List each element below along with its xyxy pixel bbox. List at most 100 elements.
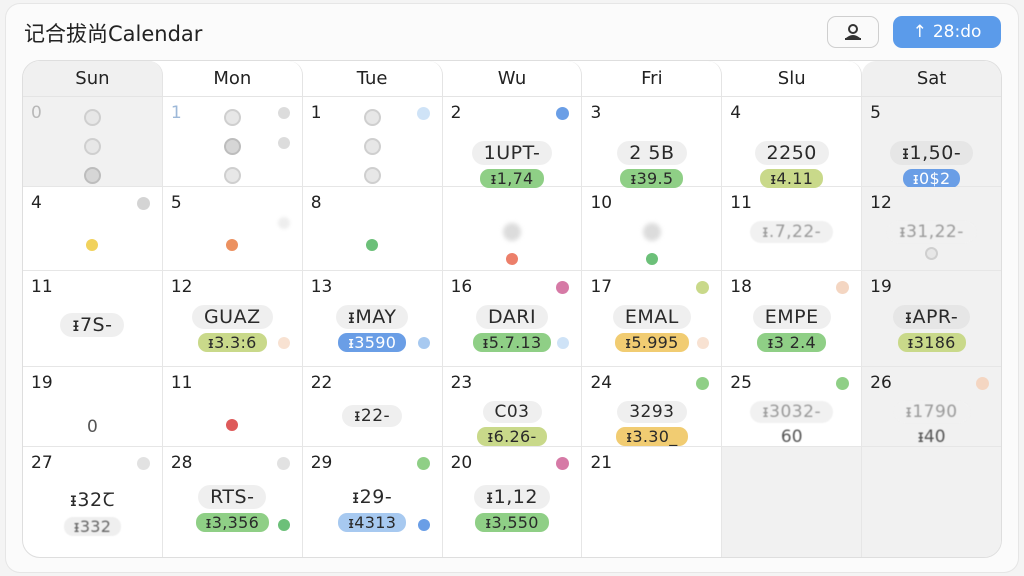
- day-cell[interactable]: 12 ᵻ31,22-: [862, 187, 1001, 270]
- event-amount: ᵻ3,356: [195, 513, 270, 532]
- event-dot: [976, 377, 990, 390]
- day-cell[interactable]: 22 ᵻ22-: [303, 367, 443, 446]
- profile-button[interactable]: [827, 16, 879, 48]
- day-cell[interactable]: 21: [582, 447, 723, 557]
- app-title: 记合拔尚Calendar: [24, 22, 203, 46]
- day-cell[interactable]: 29 ᵻ29- ᵻ4313: [303, 447, 443, 557]
- day-cell[interactable]: 23 C03 ᵻ6.26-: [443, 367, 583, 446]
- day-cell[interactable]: 28 RTS- ᵻ3,356: [163, 447, 303, 557]
- day-cell[interactable]: 5: [163, 187, 303, 270]
- event-amount: ᵻ3186: [897, 333, 966, 352]
- day-cell[interactable]: 18 EMPE ᵻ3 2.4: [722, 271, 863, 366]
- day-cell[interactable]: 4 2250 ᵻ4.11: [722, 97, 863, 188]
- day-cell[interactable]: 11 ᵻ.7,22-: [722, 187, 863, 270]
- placeholder-dot: [223, 138, 241, 155]
- weekday-tue: Tue: [302, 61, 443, 97]
- event-title: ᵻ.7,22-: [750, 221, 834, 243]
- event-amount: ᵻ3,550: [475, 513, 549, 532]
- day-cell[interactable]: 24 3293 ᵻ3.30_: [582, 367, 723, 446]
- week-row: 4 5 8 10 11 ᵻ.7,22- 12 ᵻ31,22-: [23, 187, 1001, 271]
- event-dot: [836, 377, 850, 390]
- day-number: 18: [730, 277, 752, 297]
- day-cell[interactable]: [443, 187, 583, 270]
- event-title: GUAZ: [191, 305, 273, 329]
- day-number: 22: [310, 373, 333, 393]
- event-amount: ᵻ3590: [338, 333, 407, 352]
- event-amount: ᵻ0$2: [902, 169, 961, 188]
- week-row: 27 ᵻ32Ꞇ ᵻ332 28 RTS- ᵻ3,356 29 ᵻ29- ᵻ431…: [23, 447, 1001, 557]
- day-number: 12: [870, 193, 892, 213]
- event-dot: [417, 519, 430, 531]
- event-dot: [276, 457, 290, 470]
- day-cell[interactable]: 5 ᵻ1,50- ᵻ0$2: [862, 97, 1001, 188]
- day-cell[interactable]: 19 0: [23, 367, 163, 446]
- day-cell[interactable]: 27 ᵻ32Ꞇ ᵻ332: [23, 447, 163, 557]
- day-number: 0: [31, 103, 42, 123]
- day-cell[interactable]: 4: [23, 187, 163, 270]
- day-cell[interactable]: 20 ᵻ1,12 ᵻ3,550: [443, 447, 583, 557]
- primary-action-button[interactable]: ↑ 28:do: [893, 16, 1001, 48]
- event-title: ᵻMAY: [335, 305, 409, 329]
- profile-icon: [845, 24, 861, 40]
- event-dot: [136, 457, 150, 470]
- day-cell[interactable]: 8: [303, 187, 443, 270]
- day-number: 3: [590, 103, 602, 123]
- event-title: C03: [482, 401, 542, 423]
- day-number: 2: [450, 103, 462, 123]
- event-dot: [696, 377, 710, 390]
- day-cell[interactable]: 2 1UPT- ᵻ1,74: [443, 97, 583, 188]
- weeks: 0 1 1 2 1UPT- ᵻ1,74 3 2 5B ᵻ39.5 4 2250 …: [23, 97, 1001, 557]
- day-number: 24: [590, 373, 613, 393]
- day-number: 1: [170, 103, 182, 123]
- weekday-sun: Sun: [23, 61, 163, 97]
- day-cell[interactable]: 1: [163, 97, 303, 186]
- event-title: ᵻ1,50-: [889, 141, 974, 165]
- day-cell[interactable]: 3 2 5B ᵻ39.5: [582, 97, 723, 188]
- event-dot: [556, 457, 570, 470]
- day-cell[interactable]: 1: [303, 97, 443, 186]
- month-grid: Sun Mon Tue Wu Fri Slu Sat 0 1 1 2 1UPT-…: [22, 60, 1002, 558]
- event-title: 1UPT-: [471, 141, 553, 165]
- day-cell[interactable]: 10: [582, 187, 723, 270]
- day-number: 11: [170, 373, 193, 393]
- day-number: 11: [31, 277, 53, 297]
- day-number: 8: [310, 193, 322, 213]
- day-cell[interactable]: 17 EMAL ᵻ5.995: [582, 271, 723, 366]
- placeholder-dot: [925, 247, 939, 260]
- event-dot: [696, 281, 710, 294]
- event-dot: [642, 223, 661, 241]
- event-dot: [277, 217, 290, 229]
- placeholder-dot: [363, 109, 381, 126]
- event-dot: [277, 519, 290, 531]
- placeholder-dots: [363, 109, 381, 184]
- event-dot: [417, 337, 430, 349]
- day-cell[interactable]: 12 GUAZ ᵻ3.3:6: [163, 271, 303, 366]
- day-cell[interactable]: 19 ᵻAPR- ᵻ3186: [862, 271, 1001, 366]
- placeholder-dot: [83, 109, 101, 126]
- week-row: 19 0 11 22 ᵻ22- 23 C03 ᵻ6.26- 24 3293 ᵻ3…: [23, 367, 1001, 447]
- event-dot: [416, 457, 430, 470]
- day-cell[interactable]: 26 ᵻ1790 ᵻ40: [862, 367, 1001, 447]
- day-number: 19: [870, 277, 892, 297]
- day-cell[interactable]: 11: [163, 367, 303, 446]
- day-cell[interactable]: 0: [23, 97, 163, 186]
- event-title: RTS-: [198, 485, 267, 509]
- event-title: ᵻ22-: [342, 405, 403, 427]
- weekday-wed: Wu: [442, 61, 583, 97]
- event-title: 3293: [617, 401, 687, 423]
- arrow-up-icon: ↑: [912, 22, 927, 42]
- day-number: 20: [450, 453, 473, 473]
- day-cell[interactable]: 16 DARI ᵻ5.7.13: [443, 271, 583, 366]
- event-title: ᵻ1790: [893, 401, 970, 423]
- day-cell[interactable]: 13 ᵻMAY ᵻ3590: [303, 271, 443, 366]
- event-amount: ᵻ332: [63, 517, 122, 536]
- event-dot: [366, 239, 379, 251]
- day-number: 10: [590, 193, 613, 213]
- day-cell[interactable]: 11 ᵻ7S-: [23, 271, 163, 366]
- event-title: EMAL: [612, 305, 691, 329]
- placeholder-dot: [363, 167, 381, 184]
- event-dot: [416, 107, 430, 120]
- day-number: 19: [31, 373, 53, 393]
- day-cell[interactable]: 25 ᵻ3032- 60: [722, 367, 863, 447]
- event-count: 60: [780, 427, 803, 447]
